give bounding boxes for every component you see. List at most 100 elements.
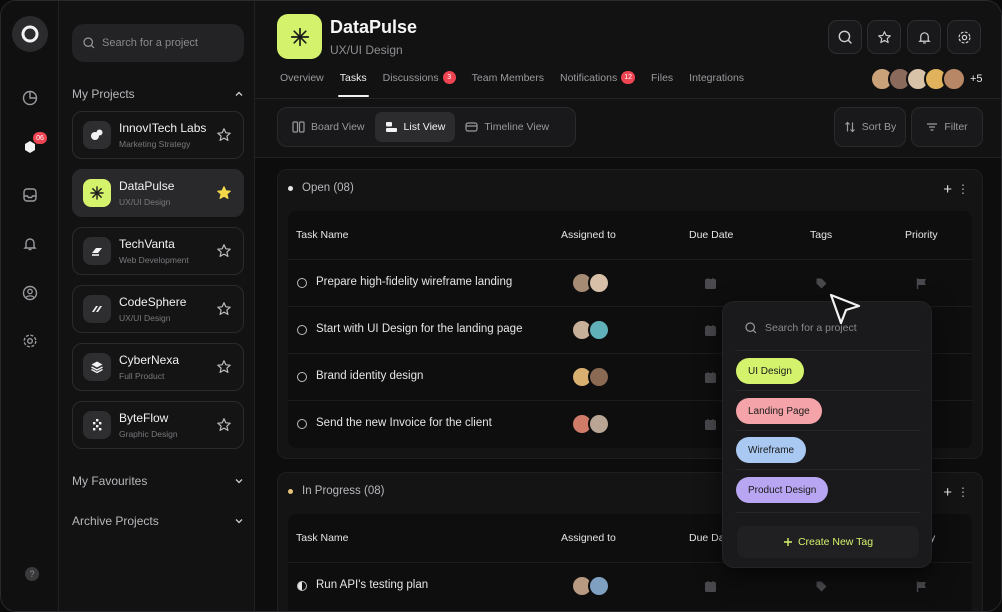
datapulse-logo-icon <box>277 14 322 59</box>
project-category: UX/UI Design <box>119 313 171 323</box>
column-header-assigned[interactable]: Assigned to <box>561 514 616 562</box>
assignee-avatars[interactable] <box>571 413 610 435</box>
calendar-icon[interactable] <box>703 579 717 593</box>
table-row[interactable]: Run API's testing plan <box>288 562 972 609</box>
app-logo-icon[interactable] <box>12 16 48 52</box>
search-button[interactable] <box>828 20 862 54</box>
tab-overview[interactable]: Overview <box>280 67 324 99</box>
settings-button[interactable] <box>947 20 981 54</box>
datapulse-logo-icon <box>83 179 111 207</box>
my-projects-header[interactable]: My Projects <box>72 85 244 103</box>
column-header-assigned[interactable]: Assigned to <box>561 211 616 259</box>
create-new-tag-button[interactable]: Create New Tag <box>737 526 919 558</box>
archive-projects-header[interactable]: Archive Projects <box>72 512 244 530</box>
star-icon[interactable] <box>215 300 233 318</box>
tag-option-ui-design[interactable]: UI Design <box>736 358 804 384</box>
app-window: 06 ? Search for a project My Projects In… <box>0 0 1002 612</box>
sort-by-button[interactable]: Sort By <box>834 107 906 147</box>
divider <box>735 390 921 391</box>
tab-notifications[interactable]: Notifications 12 <box>560 67 635 99</box>
project-item-techvanta[interactable]: TechVanta Web Development <box>72 227 244 275</box>
sort-icon <box>844 121 856 133</box>
tab-team-members[interactable]: Team Members <box>472 67 544 99</box>
flag-icon[interactable] <box>914 579 928 593</box>
divider <box>735 512 921 513</box>
calendar-icon[interactable] <box>703 417 717 431</box>
tag-option-wireframe[interactable]: Wireframe <box>736 437 807 463</box>
tab-discussions[interactable]: Discussions 3 <box>383 67 456 99</box>
add-task-button[interactable]: + <box>943 484 952 501</box>
assignee-avatars[interactable] <box>571 575 610 597</box>
star-icon[interactable] <box>215 242 233 260</box>
more-options-icon[interactable]: ⋮ <box>957 182 969 196</box>
task-name: Run API's testing plan <box>316 579 429 591</box>
list-view-button[interactable]: List View <box>374 112 456 142</box>
calendar-icon[interactable] <box>703 370 717 384</box>
task-checkbox[interactable] <box>297 278 307 288</box>
tag-icon[interactable] <box>814 579 828 593</box>
project-category: Full Product <box>119 371 165 381</box>
assignee-avatars[interactable] <box>571 272 610 294</box>
add-task-button[interactable]: + <box>943 181 952 198</box>
archive-projects-label: Archive Projects <box>72 514 159 528</box>
column-header-due[interactable]: Due Date <box>689 211 733 259</box>
more-options-icon[interactable]: ⋮ <box>957 485 969 499</box>
tab-tasks[interactable]: Tasks <box>337 67 369 99</box>
avatar <box>588 366 610 388</box>
project-category: Marketing Strategy <box>119 139 191 149</box>
column-header-priority[interactable]: Priority <box>905 211 938 259</box>
flag-icon[interactable] <box>914 276 928 290</box>
project-name: DataPulse <box>119 179 175 193</box>
task-name: Brand identity design <box>316 370 424 382</box>
notifications-button[interactable] <box>907 20 941 54</box>
task-checkbox[interactable] <box>297 325 307 335</box>
bell-icon[interactable] <box>19 233 41 255</box>
star-filled-icon[interactable] <box>215 184 233 202</box>
star-icon[interactable] <box>215 416 233 434</box>
assignee-avatars[interactable] <box>571 319 610 341</box>
divider <box>735 350 921 351</box>
project-item-codesphere[interactable]: CodeSphere UX/UI Design <box>72 285 244 333</box>
tab-integrations[interactable]: Integrations <box>689 67 744 99</box>
page-title: DataPulse <box>330 17 418 37</box>
group-title[interactable]: Open (08) <box>288 182 354 194</box>
calendar-icon[interactable] <box>703 276 717 290</box>
tag-option-product-design[interactable]: Product Design <box>736 477 829 503</box>
task-checkbox[interactable] <box>297 419 307 429</box>
calendar-icon[interactable] <box>703 323 717 337</box>
project-sidebar: Search for a project My Projects InnovIT… <box>59 1 255 611</box>
star-icon[interactable] <box>215 358 233 376</box>
task-checkbox-in-progress[interactable] <box>297 581 307 591</box>
star-icon[interactable] <box>215 126 233 144</box>
project-item-innovitech[interactable]: InnovITech Labs Marketing Strategy <box>72 111 244 159</box>
my-favourites-header[interactable]: My Favourites <box>72 472 244 490</box>
help-icon[interactable]: ? <box>25 567 39 581</box>
tag-dropdown: Search for a project UI Design Landing P… <box>722 301 932 568</box>
timeline-view-button[interactable]: Timeline View <box>455 112 559 142</box>
board-view-button[interactable]: Board View <box>282 112 375 142</box>
team-avatars[interactable]: +5 <box>870 67 983 91</box>
group-title[interactable]: In Progress (08) <box>288 485 384 497</box>
tag-icon[interactable] <box>814 276 828 290</box>
project-item-datapulse[interactable]: DataPulse UX/UI Design <box>72 169 244 217</box>
task-checkbox[interactable] <box>297 372 307 382</box>
project-search-input[interactable]: Search for a project <box>72 24 244 62</box>
column-header-task[interactable]: Task Name <box>296 514 349 562</box>
profile-icon[interactable] <box>19 282 41 304</box>
project-item-cybernexa[interactable]: CyberNexa Full Product <box>72 343 244 391</box>
column-header-due[interactable]: Due Da <box>689 514 725 562</box>
assignee-avatars[interactable] <box>571 366 610 388</box>
filter-button[interactable]: Filter <box>911 107 983 147</box>
tab-files[interactable]: Files <box>651 67 673 99</box>
tag-option-landing-page[interactable]: Landing Page <box>736 398 822 424</box>
table-row[interactable]: Prepare high-fidelity wireframe landing <box>288 259 972 306</box>
inbox-icon[interactable] <box>19 184 41 206</box>
project-item-byteflow[interactable]: ByteFlow Graphic Design <box>72 401 244 449</box>
column-header-tags[interactable]: Tags <box>810 211 832 259</box>
column-header-task[interactable]: Task Name <box>296 211 349 259</box>
analytics-icon[interactable] <box>19 87 41 109</box>
search-placeholder: Search for a project <box>102 37 198 49</box>
techvanta-logo-icon <box>83 237 111 265</box>
settings-icon[interactable] <box>19 330 41 352</box>
favourite-button[interactable] <box>867 20 901 54</box>
